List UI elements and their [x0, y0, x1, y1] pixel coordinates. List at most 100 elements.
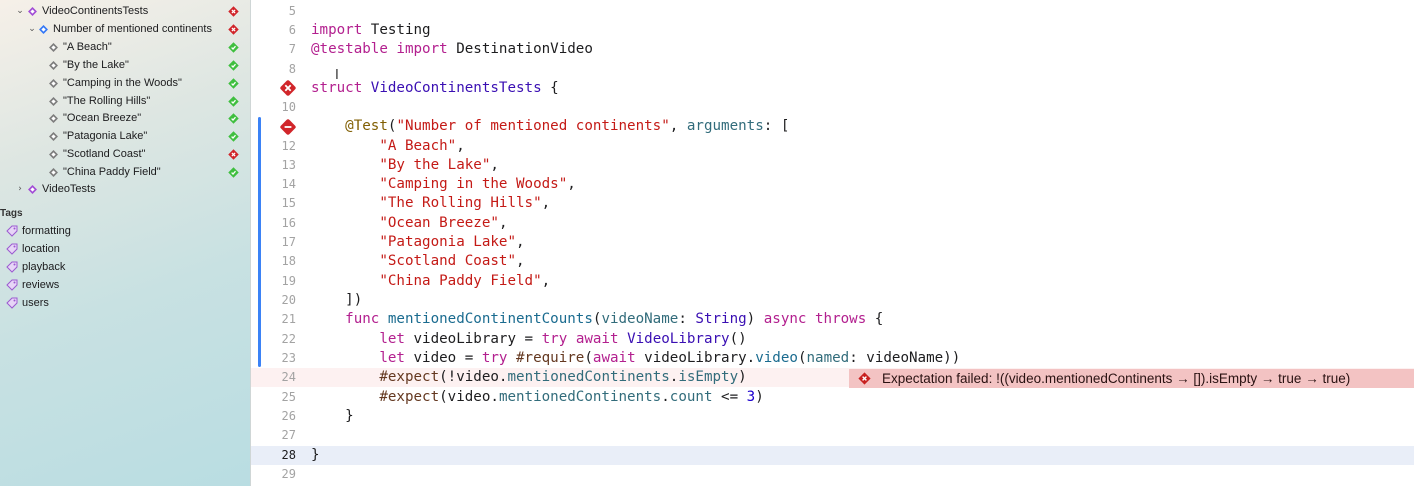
fail-status-icon — [228, 6, 239, 17]
line-number: 8 — [288, 62, 296, 76]
line-number: 13 — [281, 158, 296, 172]
argument-label: "The Rolling Hills" — [63, 95, 151, 107]
code-line[interactable]: 5 — [251, 2, 1414, 21]
tag-label: users — [22, 297, 49, 309]
code-text: struct VideoContinentsTests { — [311, 80, 559, 96]
code-line[interactable]: 17 "Patagonia Lake", — [251, 233, 1414, 252]
argument-icon — [49, 61, 58, 70]
tag-item[interactable]: reviews — [0, 276, 250, 294]
test-suite-icon — [28, 7, 37, 16]
line-number: 25 — [281, 390, 296, 404]
tree-row-argument[interactable]: "Patagonia Lake" — [0, 128, 250, 145]
line-number: 20 — [281, 293, 296, 307]
argument-label: "Scotland Coast" — [63, 148, 146, 160]
test-failed-run-icon[interactable] — [279, 118, 297, 136]
source-editor[interactable]: 5 6 import Testing 7 @testable import De… — [251, 0, 1414, 486]
code-text: let videoLibrary = try await VideoLibrar… — [379, 331, 747, 347]
argument-icon — [49, 79, 58, 88]
code-text: "China Paddy Field", — [379, 273, 551, 289]
pass-status-icon — [228, 96, 239, 107]
code-text: import Testing — [311, 22, 431, 38]
tree-row-argument[interactable]: "Ocean Breeze" — [0, 110, 250, 127]
code-text: "Camping in the Woods", — [379, 176, 576, 192]
code-line[interactable]: 29 — [251, 465, 1414, 484]
code-line[interactable]: 9 struct VideoContinentsTests { — [251, 79, 1414, 98]
tree-row-argument[interactable]: "China Paddy Field" — [0, 164, 250, 181]
error-message: Expectation failed: !((video.mentionedCo… — [882, 371, 1351, 386]
line-number: 10 — [281, 100, 296, 114]
code-line[interactable]: 20 ]) — [251, 291, 1414, 310]
argument-label: "Camping in the Woods" — [63, 77, 182, 89]
code-line[interactable]: 14 "Camping in the Woods", — [251, 175, 1414, 194]
chevron-down-icon[interactable]: ⌄ — [15, 3, 25, 20]
line-number: 17 — [281, 235, 296, 249]
tree-row-test[interactable]: ⌄ Number of mentioned continents — [0, 21, 250, 38]
code-line[interactable]: 16 "Ocean Breeze", — [251, 214, 1414, 233]
tag-label: formatting — [22, 225, 71, 237]
line-number: 24 — [281, 370, 296, 384]
line-number: 16 — [281, 216, 296, 230]
argument-icon — [49, 132, 58, 141]
code-line-current[interactable]: 28 } — [251, 446, 1414, 466]
ibeam-cursor-icon: I — [335, 68, 339, 83]
code-text: @testable import DestinationVideo — [311, 41, 593, 57]
error-diamond-icon — [858, 372, 871, 385]
argument-icon — [49, 97, 58, 106]
code-line[interactable]: 18 "Scotland Coast", — [251, 252, 1414, 271]
argument-label: "By the Lake" — [63, 59, 129, 71]
code-line[interactable]: 22 let videoLibrary = try await VideoLib… — [251, 330, 1414, 349]
tag-item[interactable]: location — [0, 240, 250, 258]
code-line[interactable]: 26 } — [251, 407, 1414, 426]
tag-item[interactable]: playback — [0, 258, 250, 276]
chevron-down-icon[interactable]: ⌄ — [27, 21, 37, 38]
code-line[interactable]: 7 @testable import DestinationVideo — [251, 40, 1414, 59]
code-text: "A Beach", — [379, 138, 465, 154]
tag-label: reviews — [22, 279, 60, 291]
code-text: } — [311, 447, 320, 463]
suite-label: VideoTests — [42, 183, 96, 195]
code-line[interactable]: 23 let video = try #require(await videoL… — [251, 349, 1414, 368]
code-line[interactable]: 6 import Testing — [251, 21, 1414, 40]
tree-row-argument[interactable]: "Camping in the Woods" — [0, 75, 250, 92]
tree-row-argument[interactable]: "The Rolling Hills" — [0, 93, 250, 110]
argument-icon — [49, 168, 58, 177]
code-line[interactable]: 13 "By the Lake", — [251, 156, 1414, 175]
code-text: "Patagonia Lake", — [379, 234, 525, 250]
code-line[interactable]: 8 — [251, 60, 1414, 79]
test-navigator-sidebar: ⌄ VideoContinentsTests ⌄ Number of menti… — [0, 0, 251, 486]
code-text: "By the Lake", — [379, 157, 499, 173]
code-line[interactable]: 25 #expect(video.mentionedContinents.cou… — [251, 388, 1414, 407]
tag-item[interactable]: formatting — [0, 222, 250, 240]
code-line[interactable]: 19 "China Paddy Field", — [251, 272, 1414, 291]
code-line[interactable]: 15 "The Rolling Hills", — [251, 194, 1414, 213]
code-line[interactable]: 27 — [251, 426, 1414, 445]
tree-row-argument[interactable]: "Scotland Coast" — [0, 146, 250, 163]
code-text: ]) — [311, 292, 363, 308]
code-text: @Test("Number of mentioned continents", … — [345, 118, 790, 134]
code-text: func mentionedContinentCounts(videoName:… — [345, 311, 884, 327]
chevron-right-icon[interactable]: › — [15, 181, 25, 198]
tag-item[interactable]: users — [0, 294, 250, 312]
fail-status-icon — [228, 149, 239, 160]
line-number: 7 — [288, 42, 296, 56]
code-text: "Scotland Coast", — [379, 253, 525, 269]
line-number: 14 — [281, 177, 296, 191]
code-line[interactable]: 11 @Test("Number of mentioned continents… — [251, 117, 1414, 136]
test-failed-run-icon[interactable] — [279, 79, 297, 97]
argument-label: "Ocean Breeze" — [63, 112, 142, 124]
code-line[interactable]: 12 "A Beach", — [251, 137, 1414, 156]
tree-row-suite-collapsed[interactable]: › VideoTests — [0, 181, 250, 198]
argument-label: "Patagonia Lake" — [63, 130, 148, 142]
line-number: 21 — [281, 312, 296, 326]
error-annotation[interactable]: Expectation failed: !((video.mentionedCo… — [849, 369, 1414, 388]
pass-status-icon — [228, 42, 239, 53]
tree-row-argument[interactable]: "A Beach" — [0, 39, 250, 56]
argument-icon — [49, 150, 58, 159]
line-number: 19 — [281, 274, 296, 288]
tree-row-suite[interactable]: ⌄ VideoContinentsTests — [0, 3, 250, 20]
code-line[interactable]: 21 func mentionedContinentCounts(videoNa… — [251, 310, 1414, 329]
tree-row-argument[interactable]: "By the Lake" — [0, 57, 250, 74]
tag-icon — [6, 279, 18, 291]
code-line[interactable]: 10 — [251, 98, 1414, 117]
suite-label: VideoContinentsTests — [42, 5, 149, 17]
